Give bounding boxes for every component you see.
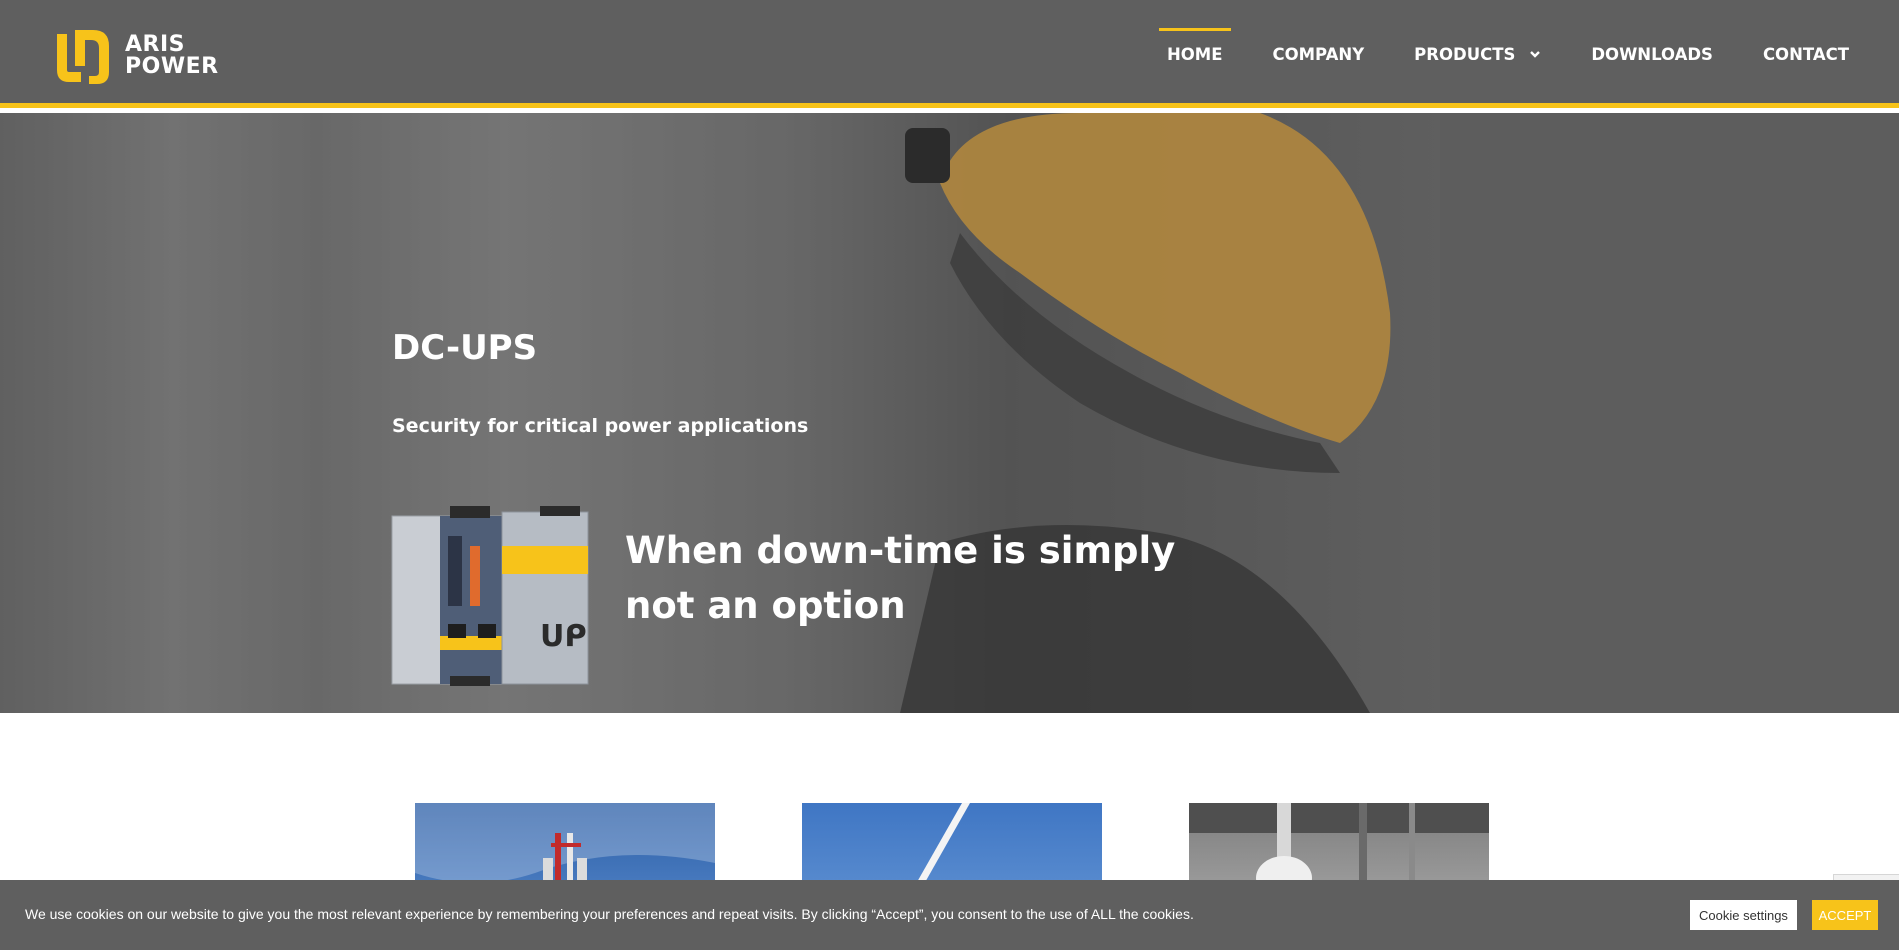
hero-subtitle: Security for critical power applications bbox=[392, 415, 809, 437]
main-nav: HOME COMPANY PRODUCTS DOWNLOADS CONTACT bbox=[1117, 0, 1849, 108]
nav-home-label: HOME bbox=[1166, 44, 1223, 64]
nav-downloads-label: DOWNLOADS bbox=[1591, 44, 1713, 64]
aris-power-logo-icon bbox=[57, 30, 109, 84]
dc-ups-product-image: ᑌᑭ bbox=[391, 506, 589, 686]
brand-name: ARIS POWER bbox=[125, 34, 219, 78]
hero-banner: DC-UPS Security for critical power appli… bbox=[0, 113, 1899, 713]
hero-tagline-line-2: not an option bbox=[625, 584, 906, 627]
hero-title: DC-UPS bbox=[392, 328, 538, 368]
nav-products[interactable]: PRODUCTS bbox=[1414, 0, 1541, 108]
hero-tagline: When down-time is simply not an option bbox=[625, 523, 1185, 633]
chevron-down-icon[interactable] bbox=[1529, 48, 1541, 60]
nav-company[interactable]: COMPANY bbox=[1273, 0, 1365, 108]
site-header: ARIS POWER HOME COMPANY PRODUCTS DOWNLOA… bbox=[0, 0, 1899, 108]
cookie-consent-bar: We use cookies on our website to give yo… bbox=[0, 880, 1899, 950]
cookie-settings-button[interactable]: Cookie settings bbox=[1690, 900, 1797, 930]
nav-company-label: COMPANY bbox=[1272, 44, 1365, 64]
nav-downloads[interactable]: DOWNLOADS bbox=[1591, 0, 1713, 108]
nav-contact-label: CONTACT bbox=[1762, 44, 1849, 64]
cookie-accept-button[interactable]: ACCEPT bbox=[1812, 900, 1878, 930]
brand-line-2: POWER bbox=[125, 54, 219, 79]
nav-contact[interactable]: CONTACT bbox=[1763, 0, 1849, 108]
hero-tagline-line-1: When down-time is simply bbox=[625, 529, 1176, 572]
brand-line-1: ARIS bbox=[125, 32, 185, 57]
svg-text:ᑌᑭ: ᑌᑭ bbox=[540, 619, 587, 654]
nav-products-label: PRODUCTS bbox=[1414, 44, 1516, 64]
cookie-message: We use cookies on our website to give yo… bbox=[25, 906, 1194, 922]
brand-logo[interactable]: ARIS POWER bbox=[47, 26, 237, 86]
nav-home[interactable]: HOME bbox=[1159, 0, 1230, 108]
